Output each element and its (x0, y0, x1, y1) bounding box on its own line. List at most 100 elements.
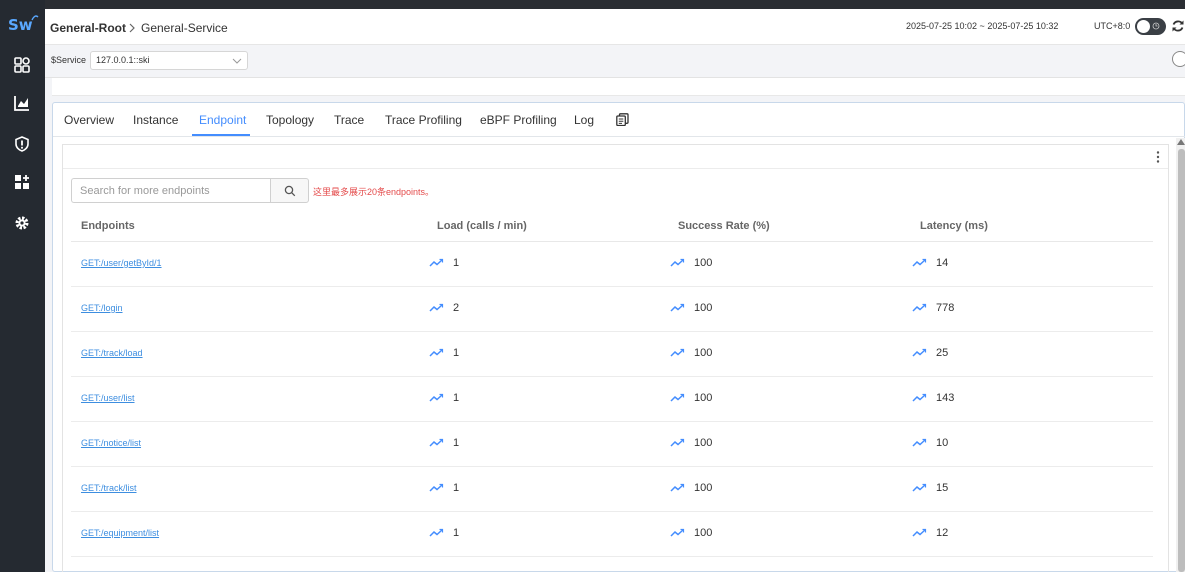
success-rate-value: 100 (694, 302, 713, 314)
chevron-right-icon (129, 23, 135, 33)
load-value: 1 (453, 482, 460, 494)
load-value: 1 (453, 437, 460, 449)
trend-icon (429, 258, 444, 267)
table-row: GET:/notice/list 1 100 10 (71, 422, 1153, 467)
endpoint-link[interactable]: GET:/user/list (81, 393, 135, 403)
service-select-value: 127.0.0.1::ski (96, 55, 150, 65)
trend-icon (912, 483, 927, 492)
table-row: GET:/track/list 1 100 15 (71, 467, 1153, 512)
widget-header (63, 145, 1168, 169)
trend-icon (670, 348, 685, 357)
window-top-strip (45, 0, 1185, 9)
toggle-knob (1137, 20, 1150, 33)
gear-icon[interactable] (11, 212, 33, 234)
endpoint-panel: Overview Instance Endpoint Topology Trac… (52, 102, 1185, 572)
chevron-down-icon (232, 58, 242, 64)
trend-icon (912, 303, 927, 312)
table-row: GET:/track/load 1 100 25 (71, 332, 1153, 377)
bar-chart-icon[interactable] (11, 92, 33, 114)
tab-log[interactable]: Log (574, 113, 594, 127)
tab-endpoint[interactable]: Endpoint (199, 113, 246, 127)
trend-icon (670, 258, 685, 267)
trend-icon (912, 438, 927, 447)
endpoint-link[interactable]: GET:/track/load (81, 348, 143, 358)
trend-icon (429, 393, 444, 402)
load-value: 2 (453, 302, 460, 314)
trend-icon (429, 483, 444, 492)
dashboard-icon[interactable] (11, 54, 33, 76)
endpoint-link[interactable]: GET:/track/list (81, 483, 137, 493)
tab-ebpf-profiling[interactable]: eBPF Profiling (480, 113, 557, 127)
latency-value: 25 (936, 347, 949, 359)
more-vertical-icon[interactable] (1156, 150, 1160, 164)
refresh-icon[interactable] (1171, 19, 1185, 33)
table-row: GET:/user/getById/1 1 100 14 (71, 242, 1153, 287)
endpoint-link[interactable]: GET:/equipment/list (81, 528, 159, 538)
endpoint-link[interactable]: GET:/user/getById/1 (81, 258, 162, 268)
latency-value: 10 (936, 437, 949, 449)
trend-icon (670, 528, 685, 537)
trend-icon (670, 303, 685, 312)
tab-trace[interactable]: Trace (334, 113, 364, 127)
table-row: GET:/login 2 100 778 (71, 287, 1153, 332)
success-rate-value: 100 (694, 527, 713, 539)
alert-icon[interactable] (11, 133, 33, 155)
trend-icon (912, 393, 927, 402)
clock-icon (1152, 22, 1160, 30)
tab-bar: Overview Instance Endpoint Topology Trac… (53, 103, 1185, 137)
trend-icon (912, 528, 927, 537)
trend-icon (429, 303, 444, 312)
trend-icon (429, 348, 444, 357)
endpoint-link[interactable]: GET:/login (81, 303, 123, 313)
sidebar: Sw (0, 0, 45, 572)
endpoint-search-input[interactable] (71, 178, 270, 203)
breadcrumb-service[interactable]: General-Service (141, 21, 228, 35)
scrollbar-thumb[interactable] (1178, 149, 1185, 572)
trend-icon (670, 438, 685, 447)
search-button[interactable] (270, 178, 309, 203)
trend-icon (912, 258, 927, 267)
toolbar-strip (52, 78, 1185, 96)
scroll-up-icon[interactable] (1177, 139, 1185, 145)
latency-value: 15 (936, 482, 949, 494)
tab-overview[interactable]: Overview (64, 113, 114, 127)
service-selector-bar: $Service 127.0.0.1::ski (45, 45, 1185, 78)
service-select[interactable]: 127.0.0.1::ski (90, 51, 248, 70)
tab-instance[interactable]: Instance (133, 113, 178, 127)
success-rate-value: 100 (694, 347, 713, 359)
load-value: 1 (453, 257, 460, 269)
endpoint-link[interactable]: GET:/notice/list (81, 438, 141, 448)
tab-topology[interactable]: Topology (266, 113, 314, 127)
latency-value: 778 (936, 302, 955, 314)
column-header-endpoints: Endpoints (81, 220, 135, 232)
timezone-label[interactable]: UTC+8:0 (1094, 21, 1130, 31)
table-row: GET:/user/list 1 100 143 (71, 377, 1153, 422)
add-widget-icon[interactable] (11, 171, 33, 193)
latency-value: 12 (936, 527, 949, 539)
trend-icon (670, 483, 685, 492)
time-range-picker[interactable]: 2025-07-25 10:02 ~ 2025-07-25 10:32 (906, 21, 1058, 31)
copy-icon[interactable] (616, 113, 629, 126)
load-value: 1 (453, 347, 460, 359)
trend-icon (429, 438, 444, 447)
success-rate-value: 100 (694, 437, 713, 449)
trend-icon (429, 528, 444, 537)
endpoint-list-widget: 这里最多展示20条endpoints。 Endpoints Load (call… (62, 144, 1169, 572)
search-limit-note: 这里最多展示20条endpoints。 (313, 187, 435, 197)
success-rate-value: 100 (694, 257, 713, 269)
trend-icon (912, 348, 927, 357)
latency-value: 14 (936, 257, 949, 269)
search-icon (284, 185, 295, 196)
logo-text: Sw (8, 16, 33, 34)
tab-trace-profiling[interactable]: Trace Profiling (385, 113, 462, 127)
active-tab-indicator (192, 134, 250, 136)
column-header-success-rate: Success Rate (%) (678, 220, 770, 232)
loading-indicator-icon (1172, 51, 1185, 67)
latency-value: 143 (936, 392, 955, 404)
auto-refresh-toggle[interactable] (1135, 18, 1166, 35)
column-header-latency: Latency (ms) (920, 220, 988, 232)
skywalking-logo[interactable]: Sw (6, 14, 40, 36)
service-label: $Service (51, 55, 87, 65)
column-header-load: Load (calls / min) (437, 220, 527, 232)
breadcrumb-root[interactable]: General-Root (50, 21, 126, 35)
